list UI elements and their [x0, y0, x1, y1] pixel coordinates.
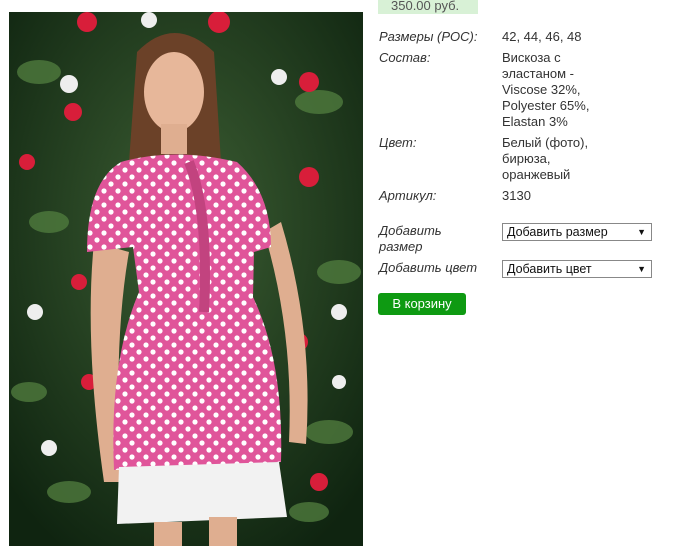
- color-label: Цвет:: [379, 135, 417, 150]
- size-select-value: Добавить размер: [507, 225, 608, 239]
- color-value: Белый (фото), бирюза, оранжевый: [502, 135, 589, 182]
- size-select[interactable]: Добавить размер ▼: [502, 223, 652, 241]
- color-select-value: Добавить цвет: [507, 262, 592, 276]
- product-image: [9, 12, 363, 546]
- article-value: 3130: [502, 188, 531, 203]
- article-label: Артикул:: [379, 188, 437, 203]
- sizes-value: 42, 44, 46, 48: [502, 29, 582, 44]
- price-tag: 350.00 руб.: [378, 0, 478, 14]
- composition-value: Вискоза с эластаном - Viscose 32%, Polye…: [502, 50, 590, 129]
- add-size-label: Добавить размер: [379, 223, 442, 254]
- chevron-down-icon: ▼: [637, 264, 646, 274]
- add-color-label: Добавить цвет: [379, 260, 478, 275]
- product-photo: [9, 12, 363, 546]
- composition-label: Состав:: [379, 50, 431, 65]
- chevron-down-icon: ▼: [637, 227, 646, 237]
- color-select[interactable]: Добавить цвет ▼: [502, 260, 652, 278]
- add-to-cart-button[interactable]: В корзину: [378, 293, 466, 315]
- sizes-label: Размеры (РОС):: [379, 29, 478, 44]
